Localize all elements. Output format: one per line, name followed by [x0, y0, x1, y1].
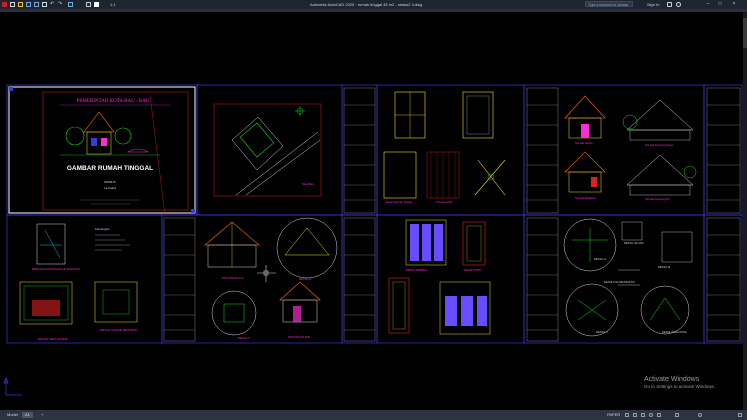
section-aa-label: POTONGAN A-A [222, 276, 243, 280]
sign-in-link[interactable]: Sign In [647, 2, 659, 7]
detail-kuda-label: DETAIL KUDA-KUDA [662, 330, 687, 334]
cover-header: PEMERINTAH KOTA BAU - BAU [77, 99, 150, 104]
save-icon[interactable] [26, 2, 31, 7]
share-icon[interactable] [68, 2, 73, 7]
detail-b-label: DETAIL B [658, 265, 670, 269]
snap-icon[interactable] [625, 413, 629, 417]
print-icon[interactable] [42, 2, 47, 7]
house-illustration [60, 111, 160, 156]
detail-sloof-label: DETAIL SLOOF [624, 241, 644, 245]
sheet-outlines [6, 84, 743, 344]
color-swatch-icon[interactable] [94, 2, 99, 7]
detail-a-label: DETAIL A [594, 257, 606, 261]
help-icon[interactable] [676, 2, 681, 7]
new-file-icon[interactable] [10, 2, 15, 7]
floor-plan-sheet[interactable]: Denah Rumah Tinggal Rencana Atap [383, 91, 506, 204]
site-plan-sheet[interactable]: Site Plan [213, 103, 322, 197]
save-as-icon[interactable] [34, 2, 39, 7]
structural-details-sheet[interactable]: DETAIL A DETAIL SLOOF DETAIL B DETAIL C … [563, 218, 693, 337]
tab-model[interactable]: Model [4, 412, 21, 418]
minimize-button[interactable]: – [704, 1, 712, 8]
front-view-label: Tampak Depan [575, 141, 593, 145]
sections-sheet[interactable]: POTONGAN A-A POTONGAN B-B DETAIL E DETAI… [204, 217, 338, 340]
activate-windows-watermark: Activate Windows Go to Settings to activ… [644, 376, 715, 389]
close-button[interactable]: × [730, 1, 738, 8]
add-layout-button[interactable]: + [38, 412, 46, 418]
redo-icon[interactable]: ↷ [58, 2, 63, 7]
watermark-title: Activate Windows [644, 376, 700, 383]
drawing-canvas[interactable]: PEMERINTAH KOTA BAU - BAU GAMBAR RUMAH T… [0, 12, 743, 410]
osnap-icon[interactable] [657, 413, 661, 417]
detail-f-label: DETAIL F [238, 336, 250, 340]
elevations-sheet[interactable]: Tampak Depan Tampak Samping Kanan Tampak… [564, 95, 697, 201]
autocad-logo-icon[interactable] [2, 2, 7, 7]
watermark-subtitle: Go to Settings to activate Windows. [644, 384, 716, 389]
detail-c-label: DETAIL C [596, 330, 608, 334]
section-bb-label: POTONGAN B-B [288, 335, 310, 339]
tab-layout-a1[interactable]: A1 [22, 412, 33, 418]
door-detail-label: DETAIL PINTU [464, 268, 481, 272]
left-view-label: Tampak Samping Kiri [645, 197, 670, 201]
cover-title: GAMBAR RUMAH TINGGAL [67, 165, 153, 172]
ortho-icon[interactable] [641, 413, 645, 417]
cart-icon[interactable] [667, 2, 672, 7]
layer-icon[interactable] [86, 2, 91, 7]
septic-label: DETAIL SEPTICTANK [38, 337, 68, 341]
window-door-sheet[interactable]: DETAIL JENDELA DETAIL PINTU [388, 219, 491, 335]
back-view-label: Tampak Belakang [575, 196, 596, 200]
window-detail-label: DETAIL JENDELA [406, 268, 427, 272]
floor-plan-label: Denah Rumah Tinggal [386, 200, 412, 204]
paper-space-toggle[interactable]: PAPER [604, 412, 623, 418]
legend-title: Keterangan [95, 227, 110, 231]
undo-icon[interactable]: ↶ [50, 2, 55, 7]
detail-kolom-label: DETAIL KOLOM PRAKTIS [604, 280, 635, 284]
open-file-icon[interactable] [18, 2, 23, 7]
detail-e-label: DETAIL E [299, 277, 311, 281]
workspace-gear-icon[interactable] [698, 413, 702, 417]
vertical-scrollbar[interactable] [743, 12, 747, 410]
annotation-scale-icon[interactable] [675, 413, 679, 417]
owner-name: La Kajira [104, 186, 116, 190]
maximize-button[interactable]: □ [716, 1, 724, 8]
scrollbar-thumb[interactable] [743, 18, 747, 48]
status-bar: Model A1 + PAPER [0, 410, 747, 420]
customization-menu-icon[interactable] [738, 413, 742, 417]
plumbing-label: RENCANA INSTALASI & SANITASI [32, 267, 80, 271]
roof-plan-label: Rencana Atap [436, 200, 453, 204]
side-view-label: Tampak Samping Kanan [645, 143, 674, 147]
grid-icon[interactable] [633, 413, 637, 417]
crosshair-cursor [257, 265, 276, 282]
polar-icon[interactable] [649, 413, 653, 417]
ucs-icon [3, 377, 22, 396]
site-plan-label: Site Plan [302, 182, 314, 186]
window-title: Autodesk AutoCAD 2020 · rumah tinggal 45… [310, 2, 423, 7]
absorb-label: DETAIL SUMUR RESAPAN [100, 328, 137, 332]
plumbing-sheet[interactable]: Keterangan RENCANA INSTALASI & SANITASI … [19, 223, 138, 341]
cover-sheet[interactable]: PEMERINTAH KOTA BAU - BAU GAMBAR RUMAH T… [8, 86, 196, 216]
zoom-field[interactable]: 1:1 [110, 2, 116, 7]
search-input[interactable]: Type a keyword or phrase [585, 1, 633, 7]
owner-label: PEMILIK [104, 180, 116, 184]
title-bar: ↶ ↷ 1:1 Autodesk AutoCAD 2020 · rumah ti… [0, 0, 747, 9]
